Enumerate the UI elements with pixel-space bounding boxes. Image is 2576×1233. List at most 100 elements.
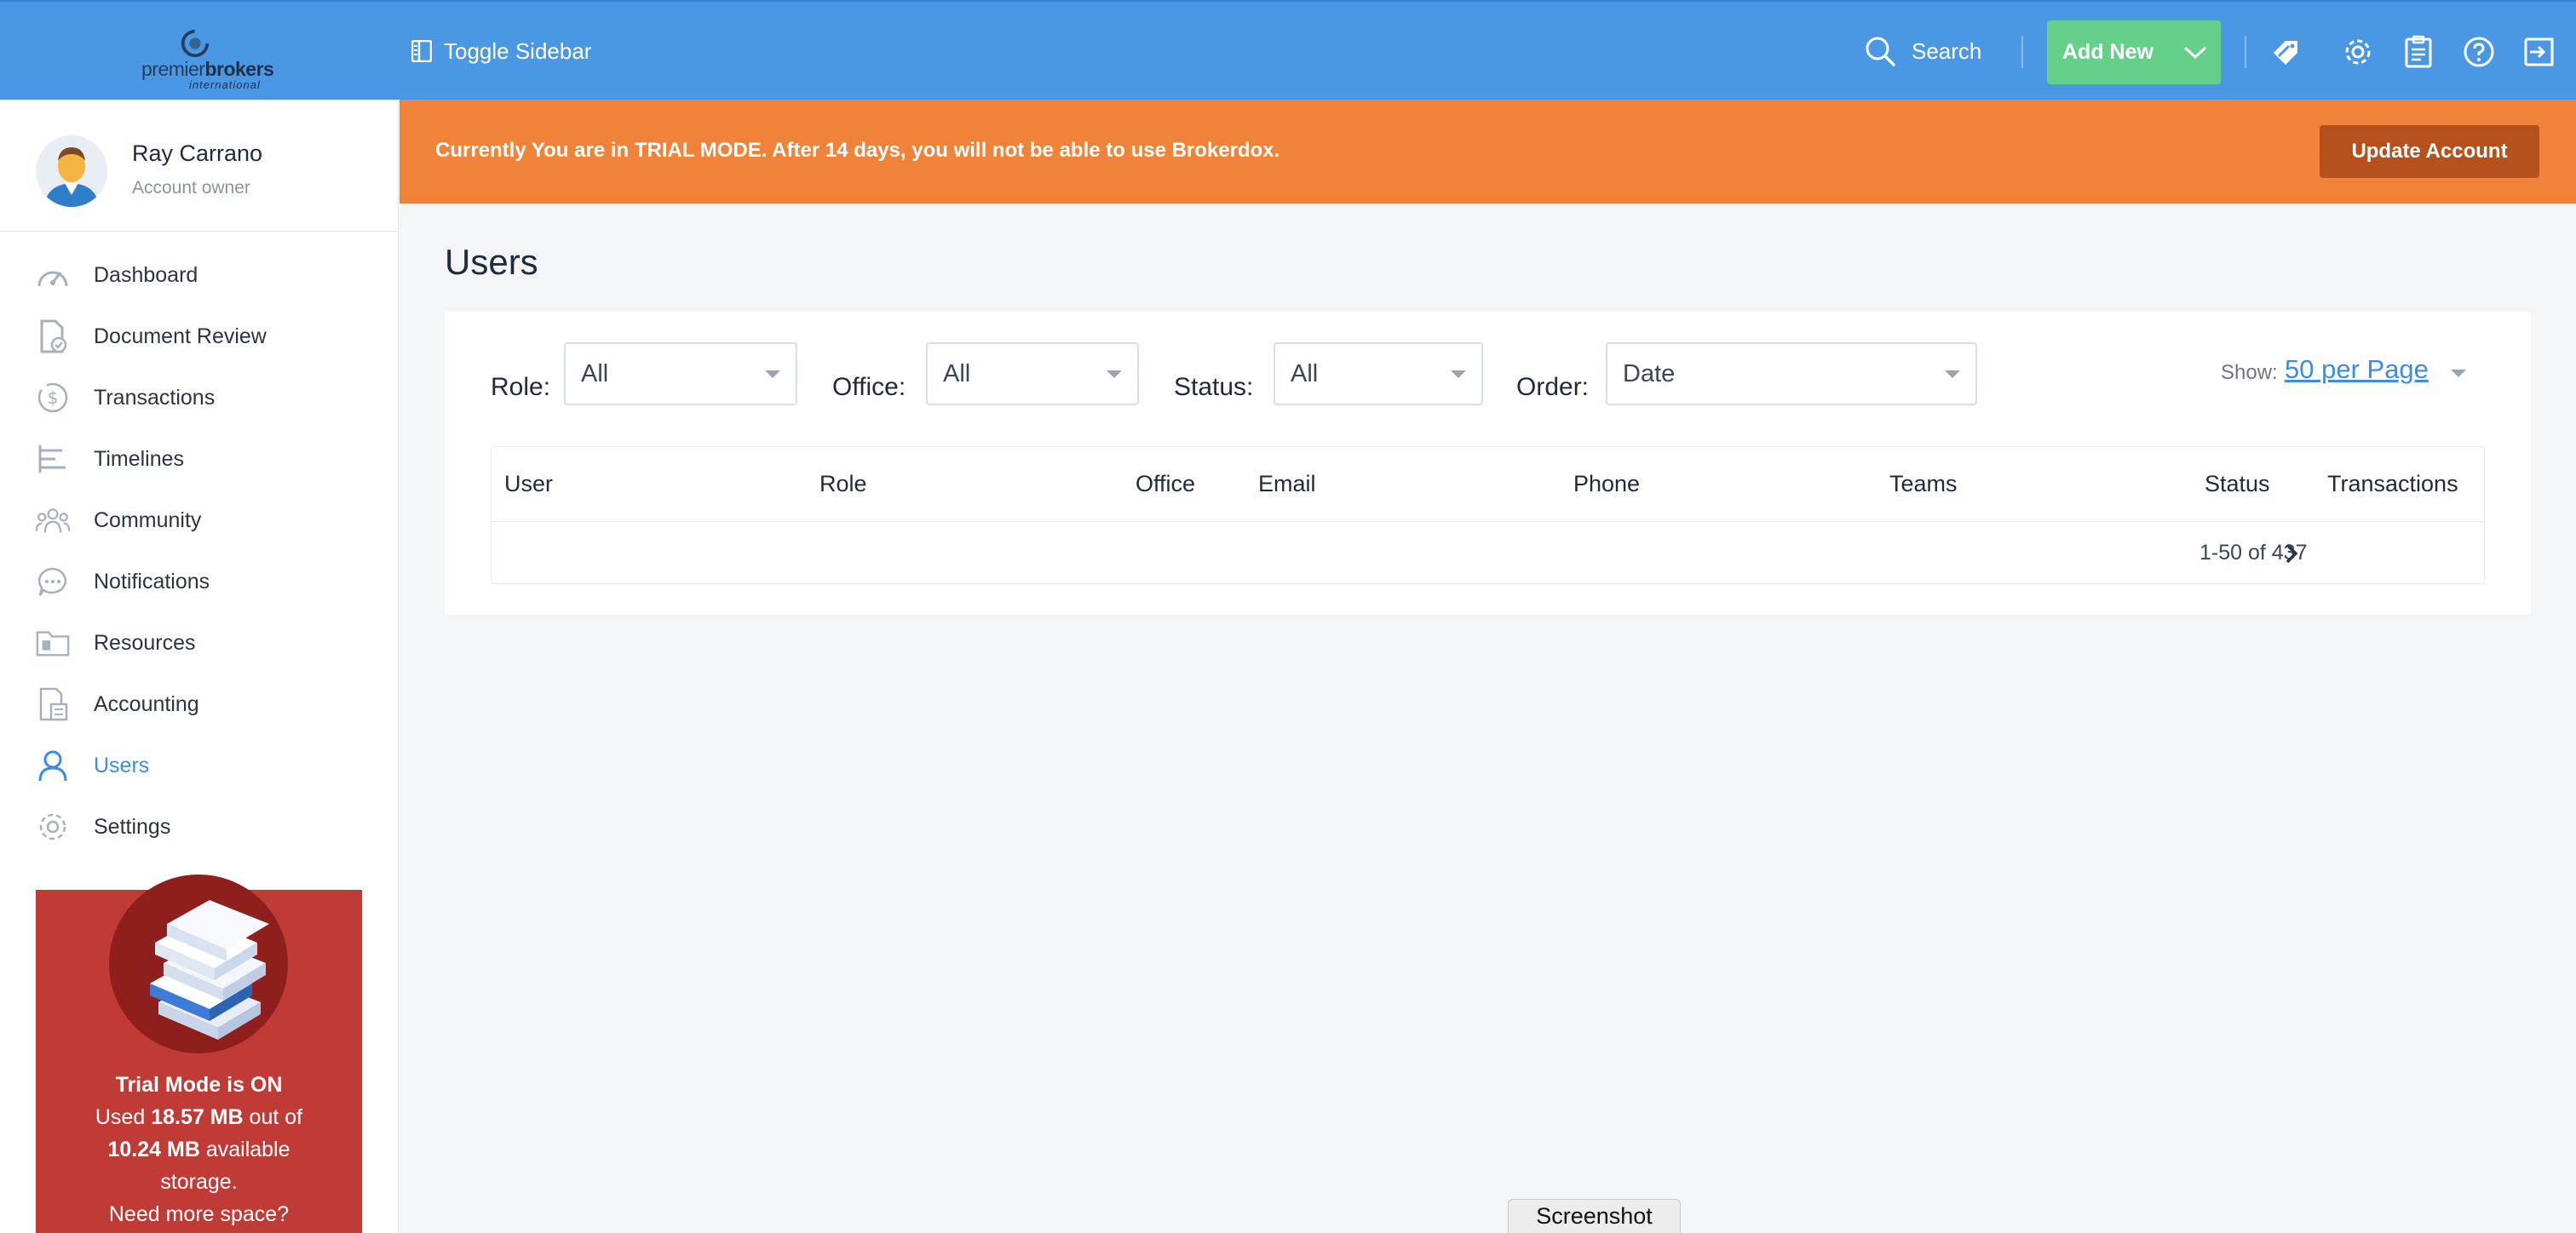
order-filter-value: Date xyxy=(1623,359,1676,387)
user-profile[interactable]: Ray Carrano Account owner xyxy=(0,100,399,232)
search-label: Search xyxy=(1912,37,1982,64)
per-page-select[interactable]: 50 per Page xyxy=(2285,354,2429,385)
document-review-icon xyxy=(36,319,70,353)
column-header-transactions[interactable]: Transactions xyxy=(2327,471,2458,497)
dollar-icon: $ xyxy=(36,381,70,415)
timeline-icon xyxy=(36,442,70,476)
column-header-office[interactable]: Office xyxy=(1136,471,1195,497)
user-icon xyxy=(36,748,70,783)
column-header-status[interactable]: Status xyxy=(2205,471,2270,497)
gear-icon xyxy=(36,810,70,844)
sidebar-nav: Dashboard Document Review $ Transactions… xyxy=(0,244,399,857)
sidebar-item-resources[interactable]: Resources xyxy=(0,612,399,674)
update-account-button[interactable]: Update Account xyxy=(2320,125,2539,178)
trial-total-suffix: available xyxy=(205,1138,290,1161)
logo-subtext: international xyxy=(189,78,261,91)
caret-down-icon[interactable] xyxy=(2451,370,2466,377)
users-table: User Role Office Email Phone Teams Statu… xyxy=(491,446,2485,584)
add-new-button[interactable]: Add New xyxy=(2047,20,2221,84)
toggle-sidebar-label: Toggle Sidebar xyxy=(444,37,592,64)
community-icon xyxy=(36,503,70,537)
clipboard-icon[interactable] xyxy=(2401,34,2436,70)
sidebar-item-document-review[interactable]: Document Review xyxy=(0,306,399,367)
sidebar-item-label: Notifications xyxy=(94,569,210,594)
logo[interactable]: premierbrokers international xyxy=(138,27,274,91)
trial-title: Trial Mode is ON xyxy=(115,1073,283,1097)
status-filter-select[interactable]: All xyxy=(1274,342,1483,405)
caret-down-icon xyxy=(1107,370,1122,378)
sidebar-item-community[interactable]: Community xyxy=(0,490,399,551)
sidebar-item-label: Dashboard xyxy=(94,262,198,287)
toggle-sidebar-button[interactable]: Toggle Sidebar xyxy=(411,36,591,66)
sidebar-item-label: Transactions xyxy=(94,385,216,410)
search-button[interactable]: Search xyxy=(1864,32,1981,70)
sidebar-item-accounting[interactable]: Accounting xyxy=(0,674,399,735)
logo-text-light: premier xyxy=(141,58,205,80)
logo-mark-icon xyxy=(181,29,210,58)
office-filter-label: Office: xyxy=(832,373,906,401)
avatar xyxy=(36,135,107,207)
dashboard-icon xyxy=(36,258,70,292)
chevron-right-icon[interactable] xyxy=(2279,541,2304,566)
need-more-space-link[interactable]: Need more space? xyxy=(36,1198,362,1230)
gear-icon[interactable] xyxy=(2340,34,2376,70)
order-filter-select[interactable]: Date xyxy=(1606,342,1977,405)
sidebar-item-label: Timelines xyxy=(94,446,185,471)
folder-icon xyxy=(36,626,70,660)
caret-down-icon xyxy=(1451,370,1466,378)
search-icon xyxy=(1866,37,1895,66)
trial-storage-word: storage. xyxy=(160,1170,238,1194)
trial-used-mid: out of xyxy=(249,1105,303,1129)
sidebar-item-label: Accounting xyxy=(94,691,199,716)
trial-banner-message: Currently You are in TRIAL MODE. After 1… xyxy=(435,139,1280,162)
tag-icon[interactable] xyxy=(2268,34,2304,70)
chevron-down-icon[interactable] xyxy=(2170,20,2221,84)
sidebar-item-notifications[interactable]: Notifications xyxy=(0,551,399,612)
role-filter-value: All xyxy=(581,359,609,387)
office-filter-value: All xyxy=(943,359,971,387)
books-illustration xyxy=(109,875,288,1053)
caret-down-icon xyxy=(1945,370,1960,378)
trial-used-prefix: Used xyxy=(95,1105,146,1129)
sidebar-item-users[interactable]: Users xyxy=(0,735,399,796)
sidebar-item-label: Resources xyxy=(94,630,196,655)
trial-storage-card: Trial Mode is ON Used 18.57 MB out of 10… xyxy=(36,875,362,1233)
sidebar-item-label: Document Review xyxy=(94,324,267,348)
per-page-label: Show: xyxy=(2221,361,2278,384)
svg-text:$: $ xyxy=(48,387,59,408)
trial-total-value: 10.24 MB xyxy=(107,1138,200,1161)
chat-bubble-icon xyxy=(36,565,70,599)
sidebar-item-dashboard[interactable]: Dashboard xyxy=(0,244,399,306)
top-bar: premierbrokers international Toggle Side… xyxy=(0,0,2576,100)
sidebar-item-settings[interactable]: Settings xyxy=(0,796,399,857)
order-filter-label: Order: xyxy=(1516,373,1590,401)
sidebar-item-label: Users xyxy=(94,753,150,777)
logo-text-bold: brokers xyxy=(204,58,274,80)
column-header-phone[interactable]: Phone xyxy=(1573,471,1640,497)
status-filter-label: Status: xyxy=(1174,373,1254,401)
user-role: Account owner xyxy=(132,178,250,198)
add-new-label: Add New xyxy=(2062,40,2153,64)
topbar-divider xyxy=(2021,36,2023,68)
column-header-user[interactable]: User xyxy=(504,471,553,497)
column-header-email[interactable]: Email xyxy=(1258,471,1316,497)
logout-icon[interactable] xyxy=(2521,34,2557,70)
page-title: Users xyxy=(445,242,538,282)
column-header-teams[interactable]: Teams xyxy=(1889,471,1958,497)
screenshot-tab[interactable]: Screenshot xyxy=(1508,1199,1681,1233)
column-header-role[interactable]: Role xyxy=(819,471,867,497)
role-filter-label: Role: xyxy=(491,373,551,401)
office-filter-select[interactable]: All xyxy=(926,342,1139,405)
sidebar-toggle-icon xyxy=(411,40,432,62)
sidebar-item-timelines[interactable]: Timelines xyxy=(0,428,399,490)
sidebar-item-transactions[interactable]: $ Transactions xyxy=(0,367,399,428)
sidebar-item-label: Settings xyxy=(94,814,171,839)
caret-down-icon xyxy=(765,370,780,378)
users-panel: Role: All Office: All Status: All Order:… xyxy=(445,312,2531,615)
status-filter-value: All xyxy=(1291,359,1319,387)
trial-storage-text: Trial Mode is ON Used 18.57 MB out of 10… xyxy=(36,1069,362,1230)
sidebar-item-label: Community xyxy=(94,508,202,532)
role-filter-select[interactable]: All xyxy=(564,342,797,405)
help-icon[interactable] xyxy=(2461,34,2497,70)
topbar-divider xyxy=(2245,36,2246,68)
